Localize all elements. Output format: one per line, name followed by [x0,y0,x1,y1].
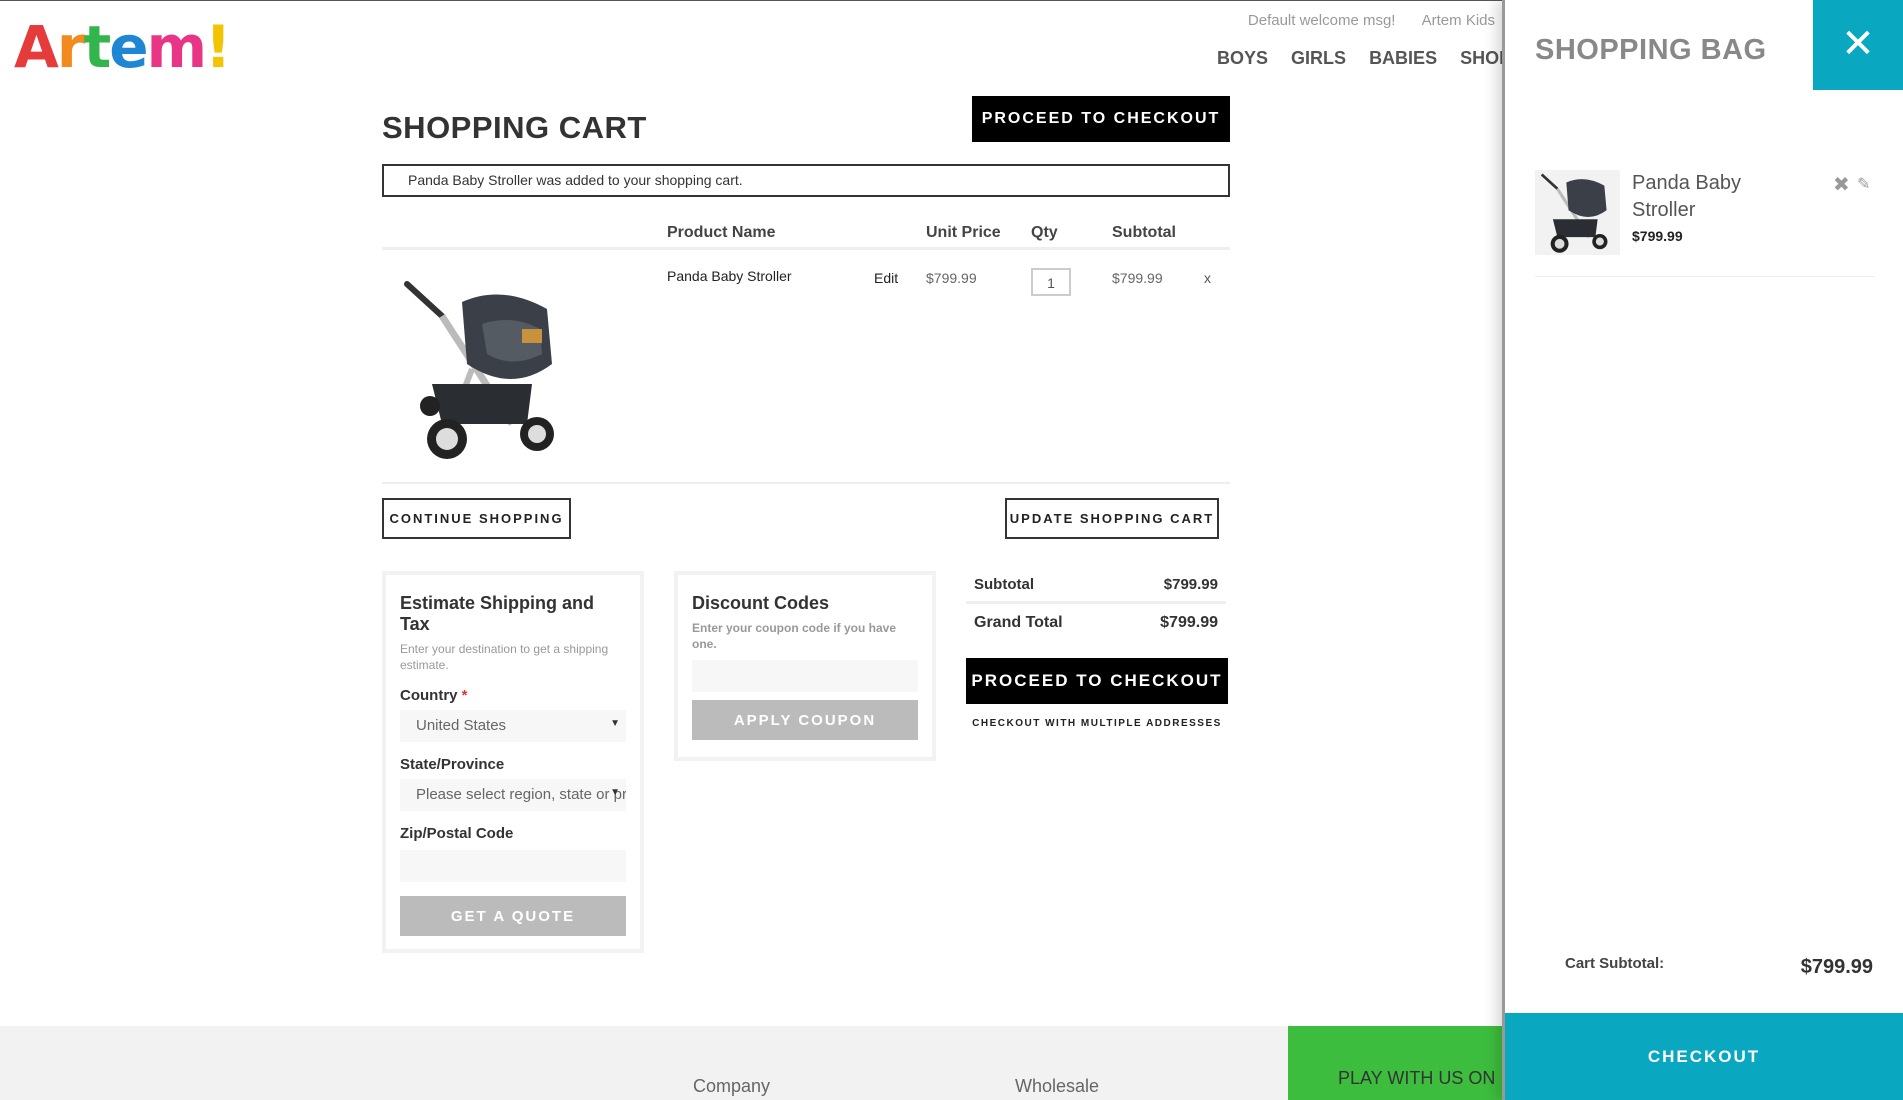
bag-item-price: $799.99 [1632,228,1683,244]
logo-letter: t [83,13,112,81]
page-title: SHOPPING CART [382,110,647,145]
footer-wholesale[interactable]: Wholesale [1015,1076,1099,1097]
state-label: State/Province [400,756,505,774]
welcome-message: Default welcome msg! [1247,12,1396,29]
chevron-down-icon: ▼ [610,787,620,799]
state-select[interactable]: Please select region, state or province … [400,779,626,812]
update-cart-button[interactable]: UPDATE SHOPPING CART [1005,498,1219,539]
country-select[interactable]: United States ▼ [400,710,626,743]
bag-subtotal-label: Cart Subtotal: [1565,955,1665,972]
coupon-input[interactable] [692,660,918,693]
grand-total-label: Grand Total [974,614,1063,631]
continue-shopping-button[interactable]: CONTINUE SHOPPING [382,498,571,539]
logo-letter: r [56,13,86,81]
delete-icon[interactable]: ✖ [1833,172,1850,197]
shipping-panel: Estimate Shipping and Tax Enter your des… [382,571,644,953]
shipping-hint: Enter your destination to get a shipping… [400,642,609,673]
grand-total-value: $799.99 [1160,614,1218,631]
bag-item-thumbnail[interactable] [1535,170,1620,255]
col-unit-price: Unit Price [926,224,1001,241]
bag-item-name[interactable]: Panda Baby Stroller [1632,170,1782,224]
discount-hint: Enter your coupon code if you have one. [692,621,897,652]
success-message: Panda Baby Stroller was added to your sh… [382,164,1230,197]
proceed-to-checkout-button[interactable]: PROCEED TO CHECKOUT [966,658,1228,704]
shipping-title: Estimate Shipping and Tax [400,593,595,634]
nav-boys[interactable]: BOYS [1217,48,1268,68]
qty-input[interactable]: 1 [1031,268,1071,296]
col-qty: Qty [1031,224,1058,241]
stroller-image[interactable] [402,274,572,464]
top-links: Default welcome msg! Artem Kids [1226,12,1495,29]
store-link[interactable]: Artem Kids [1422,12,1495,29]
brand-logo[interactable]: Artem! [14,13,232,81]
zip-label: Zip/Postal Code [400,825,514,843]
subtotal-label: Subtotal [974,576,1034,593]
proceed-to-checkout-top-button[interactable]: PROCEED TO CHECKOUT [972,96,1230,142]
cart-totals: Subtotal $799.99 Grand Total $799.99 PRO… [966,566,1228,729]
table-row: Panda Baby Stroller Edit $799.99 1 $799.… [382,254,1230,484]
bag-title: SHOPPING BAG [1535,34,1767,66]
zip-input[interactable] [400,850,626,883]
col-subtotal: Subtotal [1112,224,1176,241]
subtotal-row: Subtotal $799.99 [966,566,1226,604]
bag-subtotal-value: $799.99 [1800,956,1873,978]
apply-coupon-button[interactable]: APPLY COUPON [692,700,918,741]
logo-letter: m [146,13,207,81]
logo-letter: A [14,13,59,81]
get-quote-button[interactable]: GET A QUOTE [400,896,626,937]
discount-panel: Discount Codes Enter your coupon code if… [674,571,936,761]
edit-link[interactable]: Edit [874,270,898,286]
bag-item: Panda Baby Stroller $799.99 ✖ ✎ [1535,170,1875,277]
logo-letter: e [109,13,148,81]
shopping-bag-drawer: SHOPPING BAG ✕ Panda Baby Stroller $799.… [1502,0,1903,1100]
multiple-addresses-link[interactable]: CHECKOUT WITH MULTIPLE ADDRESSES [966,718,1228,729]
unit-price: $799.99 [926,270,977,286]
cart-table-header: Product Name Unit Price Qty Subtotal [382,224,1230,250]
remove-item-button[interactable]: x [1204,270,1211,286]
row-subtotal: $799.99 [1112,270,1163,286]
checkout-button[interactable]: CHECKOUT [1505,1013,1903,1100]
nav-babies[interactable]: BABIES [1369,48,1437,68]
chevron-down-icon: ▼ [610,718,620,730]
footer-company[interactable]: Company [693,1076,770,1097]
close-icon[interactable]: ✕ [1813,0,1903,90]
play-with-us-banner[interactable]: PLAY WITH US ON [1288,1026,1508,1100]
discount-title: Discount Codes [692,593,830,613]
grand-total-row: Grand Total $799.99 [966,604,1226,640]
main-nav: BOYS GIRLS BABIES SHOES [1217,48,1541,69]
nav-girls[interactable]: GIRLS [1291,48,1346,68]
subtotal-value: $799.99 [1163,576,1218,593]
country-label: Country * [400,687,468,705]
pencil-icon[interactable]: ✎ [1857,174,1870,194]
logo-letter: ! [205,13,231,81]
product-name[interactable]: Panda Baby Stroller [667,268,792,284]
col-product-name: Product Name [667,224,776,241]
